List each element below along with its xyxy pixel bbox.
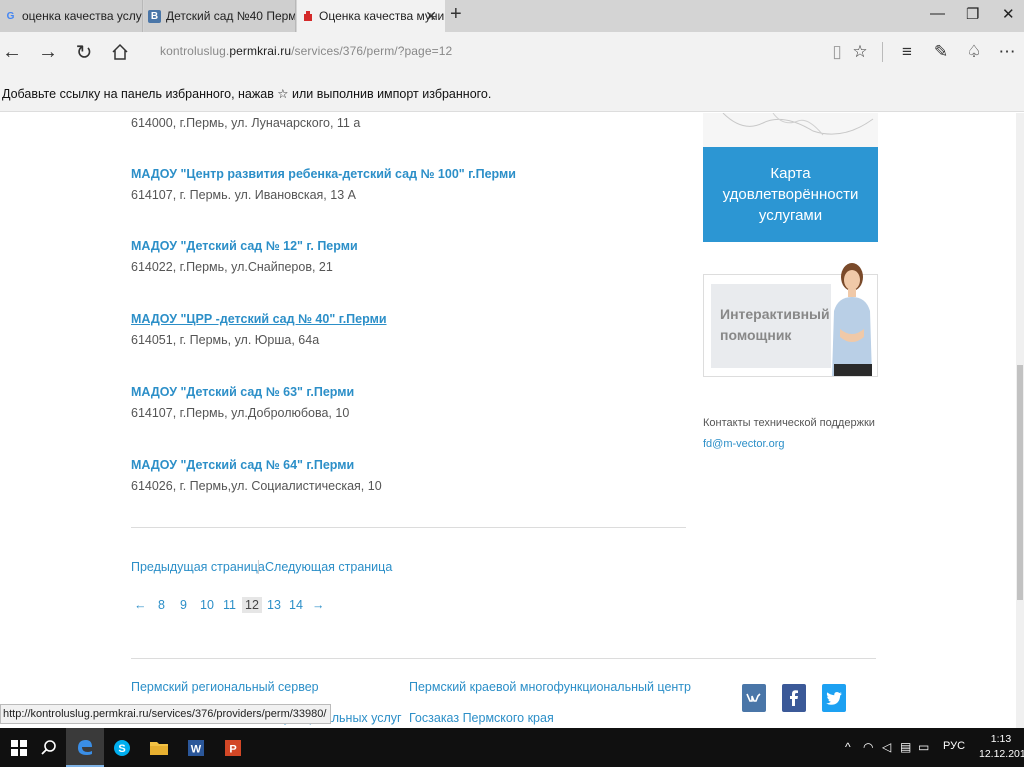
- assistant-label: Интерактивный помощник: [720, 306, 830, 343]
- vk-icon[interactable]: [742, 684, 766, 712]
- share-icon[interactable]: ♤: [963, 41, 985, 63]
- pager-separator: [258, 560, 259, 574]
- support-label: Контакты технической поддержки: [703, 417, 875, 429]
- close-window-icon[interactable]: ✕: [1002, 5, 1015, 23]
- taskbar: S W P ^ ◠ ◁ ▤ ▭ РУС 1:13 12.12.2016: [0, 728, 1024, 767]
- edge-browser-icon[interactable]: [66, 728, 104, 767]
- keyboard-icon[interactable]: ▭: [918, 740, 929, 754]
- web-note-icon[interactable]: ✎: [930, 41, 952, 63]
- vk-icon: В: [148, 9, 161, 23]
- divider: [131, 527, 686, 528]
- url-prefix: kontroluslug.: [160, 44, 230, 58]
- toolbar-separator: [882, 42, 883, 62]
- refresh-icon[interactable]: ↻: [72, 40, 96, 64]
- svg-text:P: P: [229, 743, 236, 755]
- google-g-icon: G: [6, 10, 15, 22]
- site-favicon-icon: [301, 10, 314, 23]
- clock[interactable]: 1:13 12.12.2016: [979, 732, 1024, 762]
- restore-icon[interactable]: ❐: [966, 5, 979, 23]
- page-link[interactable]: 9: [177, 597, 190, 613]
- scrollbar-thumb[interactable]: [1017, 365, 1023, 600]
- twitter-icon[interactable]: [822, 684, 846, 712]
- provider-link[interactable]: МАДОУ "Детский сад № 63" г.Перми: [131, 385, 354, 399]
- pager-next-arrow[interactable]: →: [309, 597, 328, 613]
- page-current: 12: [242, 597, 262, 613]
- provider-item: МАДОУ "Детский сад № 63" г.Перми 614107,…: [131, 385, 354, 420]
- tab-strip: G оценка качества услуг - По В Детский с…: [0, 0, 1024, 32]
- search-icon[interactable]: [30, 728, 68, 767]
- svg-text:S: S: [118, 743, 125, 755]
- facebook-icon[interactable]: [782, 684, 806, 712]
- footer-divider: [131, 658, 876, 659]
- svg-text:W: W: [191, 743, 202, 755]
- tab-title: оценка качества услуг - По: [22, 9, 142, 23]
- skype-icon[interactable]: S: [103, 728, 141, 767]
- footer-link-regional-server[interactable]: Пермский региональный сервер: [131, 680, 319, 694]
- back-icon[interactable]: ←: [0, 40, 24, 64]
- provider-item: МАДОУ "ЦРР -детский сад № 40" г.Перми 61…: [131, 312, 387, 347]
- provider-address: 614107, г. Пермь. ул. Ивановская, 13 А: [131, 188, 356, 202]
- provider-address: 614026, г. Пермь,ул. Социалистическая, 1…: [131, 479, 382, 493]
- footer-link-mfc[interactable]: Пермский краевой многофункциональный цен…: [409, 680, 691, 694]
- notifications-icon[interactable]: ▤: [900, 740, 911, 754]
- page-link[interactable]: 10: [197, 597, 217, 613]
- interactive-assistant-banner[interactable]: Интерактивный помощник: [703, 263, 878, 377]
- url-field[interactable]: kontroluslug.permkrai.ru/services/376/pe…: [160, 44, 452, 58]
- language-indicator[interactable]: РУС: [943, 740, 965, 752]
- file-explorer-icon[interactable]: [140, 728, 178, 767]
- close-tab-icon[interactable]: ✕: [425, 8, 437, 25]
- url-domain: permkrai.ru: [229, 44, 292, 58]
- volume-icon[interactable]: ◁: [882, 740, 891, 754]
- page-link[interactable]: 13: [264, 597, 284, 613]
- provider-item: МАДОУ "Центр развития ребенка-детский са…: [131, 167, 516, 202]
- provider-item: МАДОУ "Детский сад № 64" г.Перми 614026,…: [131, 458, 382, 493]
- support-email-link[interactable]: fd@m-vector.org: [703, 438, 784, 450]
- word-icon[interactable]: W: [177, 728, 215, 767]
- prev-page-link[interactable]: Предыдущая страница: [131, 560, 265, 574]
- assistant-panel: Интерактивный помощник: [711, 284, 831, 368]
- favorites-bar: Добавьте ссылку на панель избранного, на…: [0, 72, 1024, 112]
- tab-active[interactable]: Оценка качества муни ✕: [297, 0, 445, 32]
- next-page-link[interactable]: Следующая страница: [265, 560, 392, 574]
- page-link[interactable]: 14: [286, 597, 306, 613]
- address-bar: ← → ↻ kontroluslug.permkrai.ru/services/…: [0, 32, 1024, 72]
- provider-link[interactable]: МАДОУ "Центр развития ребенка-детский са…: [131, 167, 516, 181]
- new-tab-icon[interactable]: +: [450, 3, 462, 26]
- network-icon[interactable]: ◠: [863, 740, 873, 754]
- provider-link[interactable]: МАДОУ "Детский сад № 12" г. Перми: [131, 239, 358, 253]
- reading-view-icon[interactable]: ▯: [826, 41, 848, 63]
- tab-title: Детский сад №40 Пермь, П: [166, 9, 296, 23]
- tab-google-search[interactable]: G оценка качества услуг - По: [0, 0, 143, 32]
- clock-time: 1:13: [990, 733, 1012, 745]
- page-content: 614000, г.Пермь, ул. Луначарского, 11 а …: [0, 113, 1016, 728]
- assistant-avatar: [832, 263, 872, 376]
- provider-link[interactable]: МАДОУ "Детский сад № 64" г.Перми: [131, 458, 382, 472]
- page-link[interactable]: 11: [220, 597, 239, 613]
- favorites-hint: Добавьте ссылку на панель избранного, на…: [2, 87, 492, 101]
- clock-date: 12.12.2016: [979, 748, 1024, 760]
- status-url: http://kontroluslug.permkrai.ru/services…: [0, 704, 332, 724]
- provider-item: МАДОУ "Детский сад № 12" г. Перми 614022…: [131, 239, 358, 274]
- url-path: /services/376/perm/?page=12: [291, 44, 453, 58]
- powerpoint-icon[interactable]: P: [214, 728, 252, 767]
- minimize-icon[interactable]: —: [930, 5, 945, 22]
- forward-icon[interactable]: →: [36, 40, 60, 64]
- provider-address: 614051, г. Пермь, ул. Юрша, 64а: [131, 333, 320, 347]
- home-icon[interactable]: [108, 40, 132, 64]
- provider-link[interactable]: МАДОУ "ЦРР -детский сад № 40" г.Перми: [131, 312, 387, 326]
- map-preview[interactable]: [703, 113, 878, 147]
- pager-prev-arrow[interactable]: ←: [131, 597, 150, 613]
- hub-icon[interactable]: ≡: [896, 41, 918, 63]
- footer-link-goszakaz[interactable]: Госзаказ Пермского края: [409, 711, 554, 725]
- provider-address: 614022, г.Пермь, ул.Снайперов, 21: [131, 260, 333, 274]
- favorite-star-icon[interactable]: ☆: [849, 41, 871, 63]
- more-icon[interactable]: ⋯: [996, 41, 1018, 63]
- satisfaction-map-label: Карта удовлетворённости услугами: [722, 165, 859, 224]
- provider-address: 614107, г.Пермь, ул.Добролюбова, 10: [131, 406, 350, 420]
- page-link[interactable]: 8: [155, 597, 168, 613]
- tab-vk[interactable]: В Детский сад №40 Пермь, П: [144, 0, 296, 32]
- provider-address: 614000, г.Пермь, ул. Луначарского, 11 а: [131, 116, 361, 130]
- tray-chevron-icon[interactable]: ^: [845, 740, 851, 754]
- satisfaction-map-button[interactable]: Карта удовлетворённости услугами: [703, 147, 878, 242]
